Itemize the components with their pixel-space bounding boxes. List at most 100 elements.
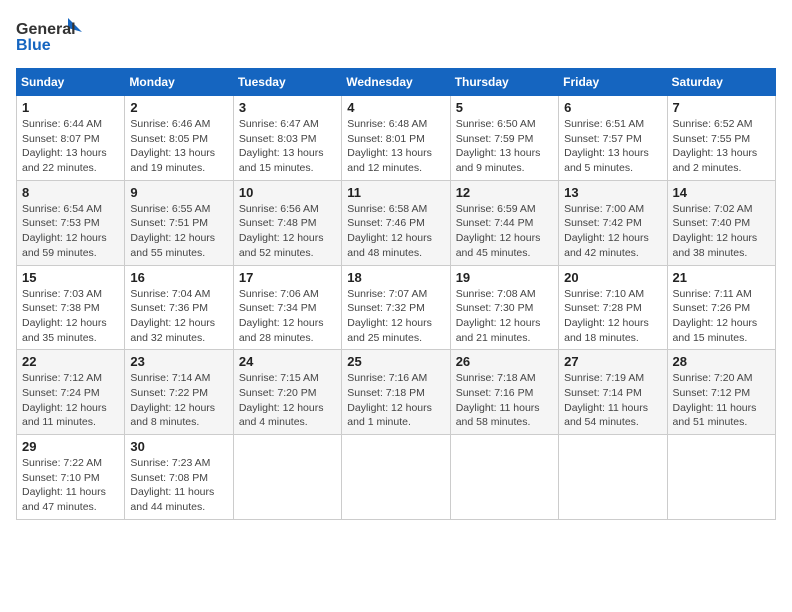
calendar-cell: 5 Sunrise: 6:50 AMSunset: 7:59 PMDaylight… (450, 96, 558, 181)
day-info: Sunrise: 7:16 AMSunset: 7:18 PMDaylight:… (347, 371, 444, 430)
day-number: 5 (456, 100, 553, 115)
calendar-cell: 12 Sunrise: 6:59 AMSunset: 7:44 PMDayligh… (450, 180, 558, 265)
day-info: Sunrise: 7:04 AMSunset: 7:36 PMDaylight:… (130, 287, 227, 346)
day-number: 3 (239, 100, 336, 115)
day-info: Sunrise: 7:22 AMSunset: 7:10 PMDaylight:… (22, 456, 119, 515)
day-number: 14 (673, 185, 770, 200)
day-number: 23 (130, 354, 227, 369)
calendar-cell (342, 435, 450, 520)
day-number: 30 (130, 439, 227, 454)
day-info: Sunrise: 6:47 AMSunset: 8:03 PMDaylight:… (239, 117, 336, 176)
calendar-week-row: 29Sunrise: 7:22 AMSunset: 7:10 PMDayligh… (17, 435, 776, 520)
day-number: 20 (564, 270, 661, 285)
header-tuesday: Tuesday (233, 69, 341, 96)
calendar-week-row: 15Sunrise: 7:03 AMSunset: 7:38 PMDayligh… (17, 265, 776, 350)
calendar-cell: 23 Sunrise: 7:14 AMSunset: 7:22 PMDayligh… (125, 350, 233, 435)
day-info: Sunrise: 6:55 AMSunset: 7:51 PMDaylight:… (130, 202, 227, 261)
calendar-cell: 10 Sunrise: 6:56 AMSunset: 7:48 PMDayligh… (233, 180, 341, 265)
calendar-cell: 24Sunrise: 7:15 AMSunset: 7:20 PMDayligh… (233, 350, 341, 435)
day-info: Sunrise: 7:15 AMSunset: 7:20 PMDaylight:… (239, 371, 336, 430)
calendar-header-row: SundayMondayTuesdayWednesdayThursdayFrid… (17, 69, 776, 96)
page-header: GeneralBlue (16, 16, 776, 60)
day-info: Sunrise: 6:50 AMSunset: 7:59 PMDaylight:… (456, 117, 553, 176)
day-number: 7 (673, 100, 770, 115)
day-info: Sunrise: 7:11 AMSunset: 7:26 PMDaylight:… (673, 287, 770, 346)
day-number: 12 (456, 185, 553, 200)
calendar-cell: 11 Sunrise: 6:58 AMSunset: 7:46 PMDayligh… (342, 180, 450, 265)
calendar-cell: 25 Sunrise: 7:16 AMSunset: 7:18 PMDayligh… (342, 350, 450, 435)
logo-svg: GeneralBlue (16, 16, 86, 60)
day-number: 11 (347, 185, 444, 200)
calendar-cell: 21Sunrise: 7:11 AMSunset: 7:26 PMDayligh… (667, 265, 775, 350)
day-info: Sunrise: 7:18 AMSunset: 7:16 PMDaylight:… (456, 371, 553, 430)
calendar-cell: 30 Sunrise: 7:23 AMSunset: 7:08 PMDayligh… (125, 435, 233, 520)
calendar-cell: 14 Sunrise: 7:02 AMSunset: 7:40 PMDayligh… (667, 180, 775, 265)
day-number: 16 (130, 270, 227, 285)
day-number: 1 (22, 100, 119, 115)
calendar-cell: 15Sunrise: 7:03 AMSunset: 7:38 PMDayligh… (17, 265, 125, 350)
header-sunday: Sunday (17, 69, 125, 96)
day-number: 9 (130, 185, 227, 200)
day-info: Sunrise: 7:03 AMSunset: 7:38 PMDaylight:… (22, 287, 119, 346)
day-info: Sunrise: 7:10 AMSunset: 7:28 PMDaylight:… (564, 287, 661, 346)
day-info: Sunrise: 7:00 AMSunset: 7:42 PMDaylight:… (564, 202, 661, 261)
day-number: 28 (673, 354, 770, 369)
day-info: Sunrise: 6:58 AMSunset: 7:46 PMDaylight:… (347, 202, 444, 261)
day-info: Sunrise: 6:59 AMSunset: 7:44 PMDaylight:… (456, 202, 553, 261)
day-info: Sunrise: 7:23 AMSunset: 7:08 PMDaylight:… (130, 456, 227, 515)
day-info: Sunrise: 6:46 AMSunset: 8:05 PMDaylight:… (130, 117, 227, 176)
calendar-cell: 13 Sunrise: 7:00 AMSunset: 7:42 PMDayligh… (559, 180, 667, 265)
day-info: Sunrise: 6:44 AMSunset: 8:07 PMDaylight:… (22, 117, 119, 176)
day-info: Sunrise: 7:20 AMSunset: 7:12 PMDaylight:… (673, 371, 770, 430)
day-number: 27 (564, 354, 661, 369)
calendar-cell (559, 435, 667, 520)
day-number: 25 (347, 354, 444, 369)
day-info: Sunrise: 7:08 AMSunset: 7:30 PMDaylight:… (456, 287, 553, 346)
day-info: Sunrise: 6:56 AMSunset: 7:48 PMDaylight:… (239, 202, 336, 261)
day-info: Sunrise: 6:51 AMSunset: 7:57 PMDaylight:… (564, 117, 661, 176)
day-number: 17 (239, 270, 336, 285)
logo: GeneralBlue (16, 16, 86, 60)
day-info: Sunrise: 6:54 AMSunset: 7:53 PMDaylight:… (22, 202, 119, 261)
calendar-cell: 8 Sunrise: 6:54 AMSunset: 7:53 PMDaylight… (17, 180, 125, 265)
calendar-cell: 22 Sunrise: 7:12 AMSunset: 7:24 PMDayligh… (17, 350, 125, 435)
day-number: 4 (347, 100, 444, 115)
day-number: 22 (22, 354, 119, 369)
header-friday: Friday (559, 69, 667, 96)
day-info: Sunrise: 7:02 AMSunset: 7:40 PMDaylight:… (673, 202, 770, 261)
day-info: Sunrise: 6:48 AMSunset: 8:01 PMDaylight:… (347, 117, 444, 176)
calendar-cell: 2Sunrise: 6:46 AMSunset: 8:05 PMDaylight… (125, 96, 233, 181)
calendar-week-row: 1 Sunrise: 6:44 AMSunset: 8:07 PMDaylight… (17, 96, 776, 181)
calendar-cell: 26 Sunrise: 7:18 AMSunset: 7:16 PMDayligh… (450, 350, 558, 435)
calendar-cell: 1 Sunrise: 6:44 AMSunset: 8:07 PMDaylight… (17, 96, 125, 181)
calendar-cell: 27 Sunrise: 7:19 AMSunset: 7:14 PMDayligh… (559, 350, 667, 435)
calendar-cell: 29Sunrise: 7:22 AMSunset: 7:10 PMDayligh… (17, 435, 125, 520)
calendar-cell: 20 Sunrise: 7:10 AMSunset: 7:28 PMDayligh… (559, 265, 667, 350)
day-info: Sunrise: 7:12 AMSunset: 7:24 PMDaylight:… (22, 371, 119, 430)
calendar-cell: 7 Sunrise: 6:52 AMSunset: 7:55 PMDaylight… (667, 96, 775, 181)
day-info: Sunrise: 7:07 AMSunset: 7:32 PMDaylight:… (347, 287, 444, 346)
day-number: 19 (456, 270, 553, 285)
header-saturday: Saturday (667, 69, 775, 96)
calendar-week-row: 22 Sunrise: 7:12 AMSunset: 7:24 PMDayligh… (17, 350, 776, 435)
header-thursday: Thursday (450, 69, 558, 96)
header-wednesday: Wednesday (342, 69, 450, 96)
calendar-cell (450, 435, 558, 520)
svg-text:General: General (16, 21, 76, 38)
header-monday: Monday (125, 69, 233, 96)
calendar-cell (233, 435, 341, 520)
day-number: 26 (456, 354, 553, 369)
calendar-week-row: 8 Sunrise: 6:54 AMSunset: 7:53 PMDaylight… (17, 180, 776, 265)
day-number: 13 (564, 185, 661, 200)
day-info: Sunrise: 7:14 AMSunset: 7:22 PMDaylight:… (130, 371, 227, 430)
day-info: Sunrise: 6:52 AMSunset: 7:55 PMDaylight:… (673, 117, 770, 176)
calendar-table: SundayMondayTuesdayWednesdayThursdayFrid… (16, 68, 776, 520)
svg-text:Blue: Blue (16, 37, 51, 54)
day-info: Sunrise: 7:19 AMSunset: 7:14 PMDaylight:… (564, 371, 661, 430)
day-number: 10 (239, 185, 336, 200)
day-number: 8 (22, 185, 119, 200)
calendar-cell: 28 Sunrise: 7:20 AMSunset: 7:12 PMDayligh… (667, 350, 775, 435)
calendar-cell: 18Sunrise: 7:07 AMSunset: 7:32 PMDayligh… (342, 265, 450, 350)
day-info: Sunrise: 7:06 AMSunset: 7:34 PMDaylight:… (239, 287, 336, 346)
calendar-cell: 3 Sunrise: 6:47 AMSunset: 8:03 PMDaylight… (233, 96, 341, 181)
